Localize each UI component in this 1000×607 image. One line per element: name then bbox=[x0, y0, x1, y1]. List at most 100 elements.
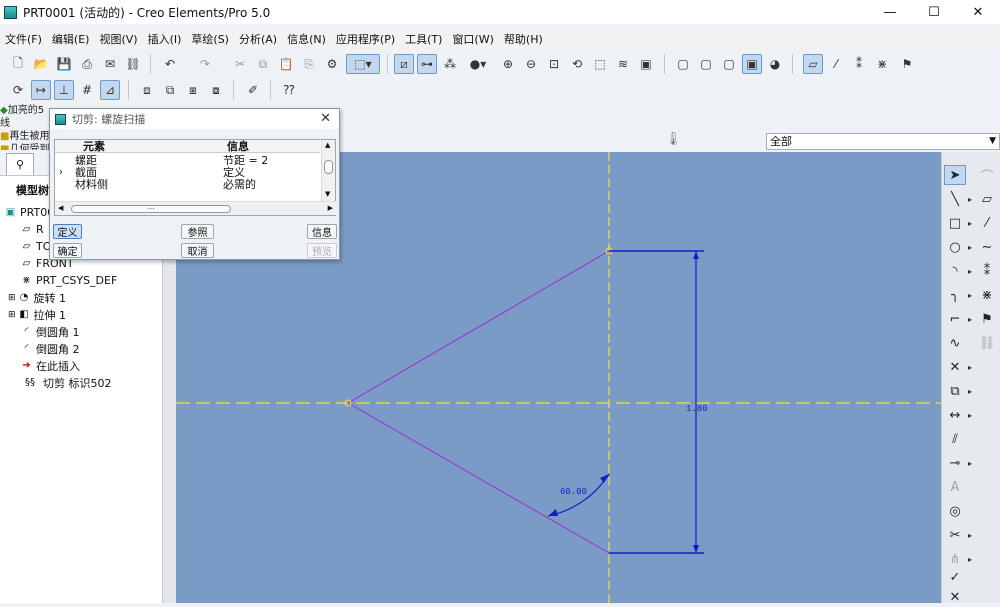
menu-insert[interactable]: 插入(I) bbox=[143, 31, 187, 47]
menu-file[interactable]: 文件(F) bbox=[0, 31, 47, 47]
circle-icon[interactable]: ○ bbox=[944, 237, 966, 257]
regenerate-icon[interactable]: ⚙ bbox=[322, 54, 342, 74]
no-hidden-icon[interactable]: ▢ bbox=[719, 54, 739, 74]
annotation-icon[interactable]: ⚑ bbox=[976, 309, 998, 329]
info-button[interactable]: 信息 bbox=[307, 224, 337, 239]
vertical-dimension-value[interactable]: 1.80 bbox=[686, 404, 708, 414]
angle-dimension-value[interactable]: 60.00 bbox=[560, 487, 587, 497]
select-arrow-icon[interactable]: ➤ bbox=[944, 165, 966, 185]
new-file-icon[interactable]: 🗋 bbox=[8, 54, 28, 74]
profile-edge-upper[interactable] bbox=[347, 250, 610, 404]
tree-item[interactable]: ◜ 倒圆角 1 bbox=[0, 323, 163, 340]
menu-view[interactable]: 视图(V) bbox=[94, 31, 142, 47]
email-icon[interactable]: ✉ bbox=[100, 54, 120, 74]
menu-tools[interactable]: 工具(T) bbox=[400, 31, 447, 47]
checkmark-icon[interactable]: ✓ bbox=[944, 567, 966, 587]
table-row[interactable]: 材料侧 必需的 bbox=[55, 179, 320, 191]
reference-button[interactable]: 参照 bbox=[181, 224, 214, 239]
zoom-in-icon[interactable]: ⊕ bbox=[498, 54, 518, 74]
scroll-right-icon[interactable]: ▶ bbox=[328, 204, 333, 212]
tree-item[interactable]: ◜ 倒圆角 2 bbox=[0, 340, 163, 357]
scroll-down-icon[interactable]: ▼ bbox=[325, 190, 330, 198]
saved-views-icon[interactable]: ⬚ bbox=[590, 54, 610, 74]
print-icon[interactable]: ⎙ bbox=[77, 54, 97, 74]
tree-item[interactable]: ➔ 在此插入 bbox=[0, 357, 163, 374]
tree-item[interactable]: ⊞ ◧ 拉伸 1 bbox=[0, 306, 163, 323]
scroll-thumb[interactable]: ··· bbox=[71, 205, 231, 213]
tree-item[interactable]: §§ 切剪 标识502 bbox=[0, 374, 163, 391]
enhanced-realism-icon[interactable]: ◕ bbox=[765, 54, 785, 74]
zoom-out-icon[interactable]: ⊖ bbox=[521, 54, 541, 74]
vertical-scrollbar[interactable]: ▲ ▼ bbox=[321, 140, 335, 202]
tree-item[interactable]: ⊞ ◔ 旋转 1 bbox=[0, 289, 163, 306]
dropdown-arrow-icon[interactable]: ▸ bbox=[968, 363, 972, 372]
axis-display-icon[interactable]: ⁄ bbox=[826, 54, 846, 74]
dropdown-arrow-icon[interactable]: ▸ bbox=[968, 243, 972, 252]
layers-icon[interactable]: ≋ bbox=[613, 54, 633, 74]
redo-icon[interactable]: ↷ bbox=[195, 54, 215, 74]
preview-button[interactable]: 预览 bbox=[307, 243, 337, 258]
annotation-display-icon[interactable]: ⚑ bbox=[897, 54, 917, 74]
horizontal-scrollbar[interactable]: ◀ ··· ▶ bbox=[55, 201, 337, 215]
menu-edit[interactable]: 编辑(E) bbox=[47, 31, 95, 47]
tree-item[interactable]: ⋇ PRT_CSYS_DEF bbox=[0, 272, 163, 289]
chamfer-icon[interactable]: ⌐ bbox=[944, 309, 966, 329]
point-display-icon[interactable]: ⁑ bbox=[849, 54, 869, 74]
sketch-view-icon[interactable]: ⧄ bbox=[394, 54, 414, 74]
point-sketch-icon[interactable]: ✕ bbox=[944, 357, 966, 377]
vertex-display-icon[interactable]: ⊿ bbox=[100, 80, 120, 100]
constraint-icon[interactable]: ⊸ bbox=[944, 453, 966, 473]
axis-icon[interactable]: ⁄ bbox=[976, 213, 998, 233]
expand-icon[interactable]: ⊞ bbox=[8, 293, 16, 303]
dropdown-arrow-icon[interactable]: ▸ bbox=[968, 459, 972, 468]
shade-closed-icon[interactable]: ⧉ bbox=[160, 80, 180, 100]
context-help-icon[interactable]: ⁇ bbox=[279, 80, 299, 100]
rectangle-icon[interactable]: □ bbox=[944, 213, 966, 233]
sketcher-icon[interactable]: ⟳ bbox=[8, 80, 28, 100]
grid-display-icon[interactable]: # bbox=[77, 80, 97, 100]
dropdown-arrow-icon[interactable]: ▸ bbox=[968, 315, 972, 324]
model-tree-tab-icon[interactable]: ⚲ bbox=[6, 153, 34, 175]
dialog-close-icon[interactable]: ✕ bbox=[320, 111, 331, 126]
dropdown-arrow-icon[interactable]: ▸ bbox=[968, 387, 972, 396]
constraint-display-icon[interactable]: ⊥ bbox=[54, 80, 74, 100]
text-icon[interactable]: A bbox=[944, 477, 966, 497]
profile-edge-lower[interactable] bbox=[347, 402, 610, 554]
menu-help[interactable]: 帮助(H) bbox=[499, 31, 548, 47]
setup-icon[interactable]: ▣ bbox=[636, 54, 656, 74]
menu-info[interactable]: 信息(N) bbox=[282, 31, 331, 47]
dimension-icon[interactable]: ↔ bbox=[944, 405, 966, 425]
point-icon[interactable]: ⁑ bbox=[976, 261, 998, 281]
open-file-icon[interactable]: 📂 bbox=[31, 54, 51, 74]
curve-icon[interactable]: ∼ bbox=[976, 237, 998, 257]
dropdown-arrow-icon[interactable]: ▸ bbox=[968, 555, 972, 564]
dropdown-arrow-icon[interactable]: ▸ bbox=[968, 531, 972, 540]
link-icon[interactable]: ⛓ bbox=[976, 333, 998, 353]
scroll-up-icon[interactable]: ▲ bbox=[325, 141, 330, 149]
copy-icon[interactable]: ⧉ bbox=[253, 54, 273, 74]
selection-filter-dropdown[interactable]: 全部 ▼ bbox=[766, 133, 1000, 150]
dropdown-arrow-icon[interactable]: ▸ bbox=[968, 267, 972, 276]
save-icon[interactable]: 💾 bbox=[54, 54, 74, 74]
define-button[interactable]: 定义 bbox=[53, 224, 82, 239]
dropdown-arrow-icon[interactable]: ▸ bbox=[968, 411, 972, 420]
cancel-x-icon[interactable]: ✕ bbox=[944, 587, 966, 607]
fillet-icon[interactable]: ╮ bbox=[944, 285, 966, 305]
use-edge-icon[interactable]: ⧉ bbox=[944, 381, 966, 401]
ok-button[interactable]: 确定 bbox=[53, 243, 82, 258]
feature-requirements-icon[interactable]: ⧇ bbox=[206, 80, 226, 100]
cancel-button[interactable]: 取消 bbox=[181, 243, 214, 258]
sketch-icon[interactable]: ⊶ bbox=[417, 54, 437, 74]
line-icon[interactable]: ╲ bbox=[944, 189, 966, 209]
appearance-icon[interactable]: ●▾ bbox=[463, 54, 493, 74]
wireframe-icon[interactable]: ▢ bbox=[673, 54, 693, 74]
hidden-line-icon[interactable]: ▢ bbox=[696, 54, 716, 74]
cut-icon[interactable]: ✂ bbox=[230, 54, 250, 74]
undo-icon[interactable]: ↶ bbox=[160, 54, 180, 74]
sketch-diagnostics-icon[interactable]: ✐ bbox=[243, 80, 263, 100]
reorient-icon[interactable]: ⟲ bbox=[567, 54, 587, 74]
fillet-ghost-icon[interactable]: ⌒ bbox=[976, 165, 998, 185]
menu-window[interactable]: 窗口(W) bbox=[447, 31, 498, 47]
trim-icon[interactable]: ✂ bbox=[944, 525, 966, 545]
dropdown-arrow-icon[interactable]: ▸ bbox=[968, 219, 972, 228]
